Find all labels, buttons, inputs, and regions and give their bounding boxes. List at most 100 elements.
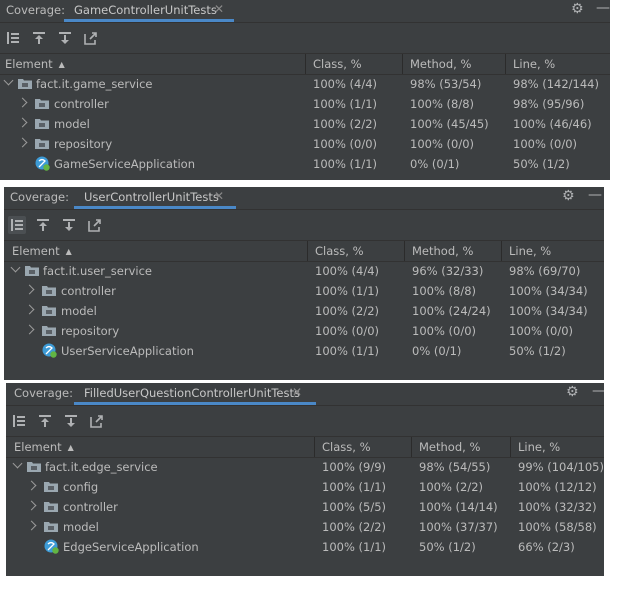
line-coverage: 100% (34/34) [509,304,588,318]
column-header-method[interactable]: Method, % [419,440,480,454]
package-folder-icon [42,286,56,296]
column-divider[interactable] [411,437,412,457]
chevron-right-icon[interactable] [24,284,35,295]
package-folder-icon [25,266,39,276]
collapse-all-button[interactable] [10,412,28,430]
tree-row[interactable]: model 100% (2/2) 100% (37/37) 100% (58/5… [6,517,604,537]
navigate-up-button[interactable] [30,29,48,47]
navigate-down-button[interactable] [60,216,78,234]
element-name: fact.it.edge_service [45,460,158,474]
tree-row[interactable]: config 100% (1/1) 100% (2/2) 100% (12/12… [6,477,604,497]
column-header-line[interactable]: Line, % [518,440,560,454]
class-coverage: 100% (5/5) [322,500,387,514]
tree-row[interactable]: UserServiceApplication 100% (1/1) 0% (0/… [4,341,604,361]
coverage-tab[interactable]: GameControllerUnitTests ✕ [64,0,234,22]
chevron-right-icon[interactable] [24,324,35,335]
column-header-method[interactable]: Method, % [410,57,471,71]
gear-icon[interactable]: ⚙ [566,384,579,400]
class-coverage: 100% (1/1) [313,97,378,111]
line-coverage: 100% (32/32) [518,500,597,514]
tree-row[interactable]: model 100% (2/2) 100% (24/24) 100% (34/3… [4,301,604,321]
method-coverage: 98% (54/55) [419,460,491,474]
tree-row[interactable]: EdgeServiceApplication 100% (1/1) 50% (1… [6,537,604,557]
column-header-element[interactable]: Element ▲ [14,440,74,454]
chevron-right-icon[interactable] [24,304,35,315]
column-header-method[interactable]: Method, % [412,244,473,258]
column-divider[interactable] [402,54,403,74]
column-divider[interactable] [307,241,308,261]
tree-row[interactable]: repository 100% (0/0) 100% (0/0) 100% (0… [4,321,604,341]
collapse-all-button[interactable] [4,29,22,47]
class-coverage: 100% (2/2) [315,304,380,318]
export-button[interactable] [88,412,106,430]
column-header-line[interactable]: Line, % [513,57,555,71]
tree-row[interactable]: controller 100% (1/1) 100% (8/8) 98% (95… [0,94,610,114]
tree-row[interactable]: controller 100% (5/5) 100% (14/14) 100% … [6,497,604,517]
chevron-right-icon[interactable] [26,520,37,531]
column-divider[interactable] [314,437,315,457]
close-icon[interactable]: ✕ [292,385,302,399]
export-button[interactable] [82,29,100,47]
gear-icon[interactable]: ⚙ [562,188,575,204]
column-divider[interactable] [510,437,511,457]
close-icon[interactable]: ✕ [214,2,224,16]
chevron-right-icon[interactable] [26,500,37,511]
navigate-down-button[interactable] [62,412,80,430]
tree-row[interactable]: fact.it.user_service 100% (4/4) 96% (32/… [4,261,604,281]
chevron-right-icon[interactable] [26,480,37,491]
tree-row[interactable]: fact.it.game_service 100% (4/4) 98% (53/… [0,74,610,94]
tree-row[interactable]: model 100% (2/2) 100% (45/45) 100% (46/4… [0,114,610,134]
sort-ascending-icon: ▲ [58,60,65,69]
package-folder-icon [44,502,58,512]
chevron-right-icon[interactable] [17,97,28,108]
navigate-up-button[interactable] [34,216,52,234]
class-coverage: 100% (1/1) [315,344,380,358]
line-coverage: 98% (142/144) [513,77,599,91]
element-name: model [61,304,97,318]
column-header-element[interactable]: Element ▲ [5,57,65,71]
column-header-element[interactable]: Element ▲ [12,244,72,258]
navigate-down-button[interactable] [56,29,74,47]
close-icon[interactable]: ✕ [214,189,224,203]
tree-row[interactable]: fact.it.edge_service 100% (9/9) 98% (54/… [6,457,604,477]
method-coverage: 100% (24/24) [412,304,491,318]
navigate-up-button[interactable] [36,412,54,430]
collapse-all-button[interactable] [8,216,26,234]
method-coverage: 100% (45/45) [410,117,489,131]
chevron-down-icon[interactable] [10,262,21,273]
tree-row[interactable]: GameServiceApplication 100% (1/1) 0% (0/… [0,154,610,174]
class-coverage: 100% (1/1) [313,157,378,171]
coverage-tab-label: UserControllerUnitTests [84,190,219,204]
coverage-tab[interactable]: UserControllerUnitTests ✕ [74,187,236,209]
hide-panel-icon[interactable]: — [588,187,602,203]
element-name: model [54,117,90,131]
element-name: UserServiceApplication [61,344,194,358]
coverage-panel: Coverage: FilledUserQuestionControllerUn… [6,383,604,576]
column-header-class[interactable]: Class, % [315,244,364,258]
column-divider[interactable] [501,241,502,261]
column-header-class[interactable]: Class, % [313,57,362,71]
column-divider[interactable] [505,54,506,74]
chevron-down-icon[interactable] [12,458,23,469]
coverage-tab[interactable]: FilledUserQuestionControllerUnitTests ✕ [74,383,316,405]
column-divider[interactable] [305,54,306,74]
gear-icon[interactable]: ⚙ [571,1,584,17]
chevron-down-icon[interactable] [3,75,14,86]
sort-ascending-icon: ▲ [65,247,72,256]
column-header-line[interactable]: Line, % [509,244,551,258]
tree-row[interactable]: controller 100% (1/1) 100% (8/8) 100% (3… [4,281,604,301]
class-coverage: 100% (4/4) [315,264,380,278]
chevron-right-icon[interactable] [17,137,28,148]
column-header-class[interactable]: Class, % [322,440,371,454]
hide-panel-icon[interactable]: — [596,0,610,16]
coverage-toolbar [0,23,610,53]
method-coverage: 100% (37/37) [419,520,498,534]
hide-panel-icon[interactable]: — [592,383,604,399]
method-coverage: 98% (53/54) [410,77,482,91]
tree-row[interactable]: repository 100% (0/0) 100% (0/0) 100% (0… [0,134,610,154]
chevron-right-icon[interactable] [17,117,28,128]
column-divider[interactable] [404,241,405,261]
spring-boot-application-icon [44,539,59,554]
export-button[interactable] [86,216,104,234]
coverage-toolbar [4,210,604,240]
